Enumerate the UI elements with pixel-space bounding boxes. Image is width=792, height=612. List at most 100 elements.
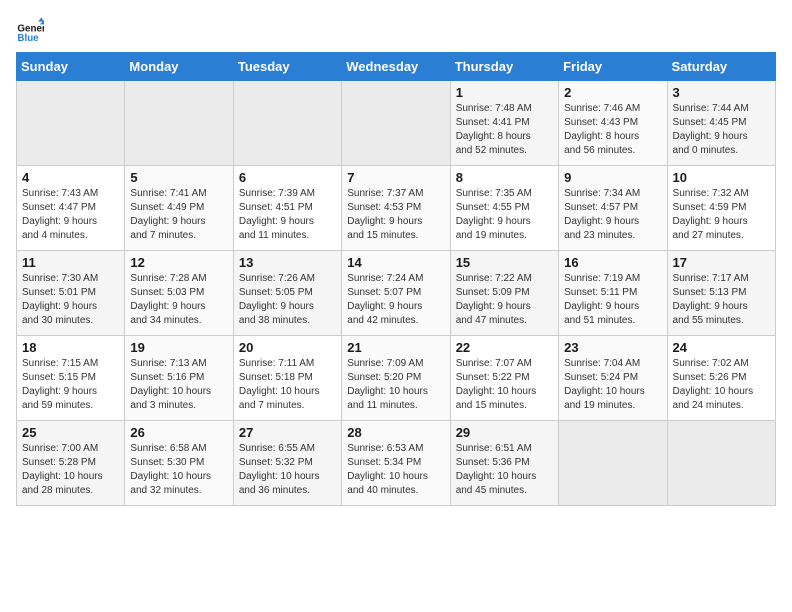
- day-cell: 1Sunrise: 7:48 AM Sunset: 4:41 PM Daylig…: [450, 81, 558, 166]
- day-number: 12: [130, 255, 227, 270]
- day-info: Sunrise: 7:37 AM Sunset: 4:53 PM Dayligh…: [347, 187, 444, 243]
- day-cell: 27 Sunrise: 6:55 AM Sunset: 5:32 PM Dayli…: [233, 421, 341, 506]
- day-number: 9: [564, 170, 661, 185]
- day-number: 1: [456, 85, 553, 100]
- day-cell: [559, 421, 667, 506]
- day-number: 8: [456, 170, 553, 185]
- day-cell: 21Sunrise: 7:09 AM Sunset: 5:20 PM Dayli…: [342, 336, 450, 421]
- day-info: Sunrise: 7:00 AM Sunset: 5:28 PM Dayligh…: [22, 442, 119, 498]
- header-row: SundayMondayTuesdayWednesdayThursdayFrid…: [17, 53, 776, 81]
- day-number: 7: [347, 170, 444, 185]
- day-number: 16: [564, 255, 661, 270]
- day-number: 11: [22, 255, 119, 270]
- day-cell: 23 Sunrise: 7:04 AM Sunset: 5:24 PM Dayli…: [559, 336, 667, 421]
- col-header-friday: Friday: [559, 53, 667, 81]
- day-cell: [125, 81, 233, 166]
- day-cell: 8 Sunrise: 7:35 AM Sunset: 4:55 PM Daylig…: [450, 166, 558, 251]
- day-cell: 7 Sunrise: 7:37 AM Sunset: 4:53 PM Daylig…: [342, 166, 450, 251]
- day-number: 3: [673, 85, 770, 100]
- day-cell: 9 Sunrise: 7:34 AM Sunset: 4:57 PM Daylig…: [559, 166, 667, 251]
- day-number: 22: [456, 340, 553, 355]
- day-cell: 4 Sunrise: 7:43 AM Sunset: 4:47 PM Daylig…: [17, 166, 125, 251]
- logo: General Blue: [16, 16, 48, 44]
- day-info: Sunrise: 7:34 AM Sunset: 4:57 PM Dayligh…: [564, 187, 661, 243]
- header: General Blue: [16, 16, 776, 44]
- day-cell: 20Sunrise: 7:11 AM Sunset: 5:18 PM Dayli…: [233, 336, 341, 421]
- day-info: Sunrise: 7:19 AM Sunset: 5:11 PM Dayligh…: [564, 272, 661, 328]
- day-info: Sunrise: 7:17 AM Sunset: 5:13 PM Dayligh…: [673, 272, 770, 328]
- day-cell: 15Sunrise: 7:22 AM Sunset: 5:09 PM Dayli…: [450, 251, 558, 336]
- day-number: 13: [239, 255, 336, 270]
- day-info: Sunrise: 7:32 AM Sunset: 4:59 PM Dayligh…: [673, 187, 770, 243]
- svg-text:Blue: Blue: [17, 33, 39, 44]
- week-row-4: 18 Sunrise: 7:15 AM Sunset: 5:15 PM Dayli…: [17, 336, 776, 421]
- day-info: Sunrise: 7:22 AM Sunset: 5:09 PM Dayligh…: [456, 272, 553, 328]
- day-cell: 11 Sunrise: 7:30 AM Sunset: 5:01 PM Dayli…: [17, 251, 125, 336]
- day-cell: 24 Sunrise: 7:02 AM Sunset: 5:26 PM Dayli…: [667, 336, 775, 421]
- logo-icon: General Blue: [16, 16, 44, 44]
- day-cell: [17, 81, 125, 166]
- day-info: Sunrise: 7:44 AM Sunset: 4:45 PM Dayligh…: [673, 102, 770, 158]
- day-info: Sunrise: 7:02 AM Sunset: 5:26 PM Dayligh…: [673, 357, 770, 413]
- day-number: 6: [239, 170, 336, 185]
- col-header-thursday: Thursday: [450, 53, 558, 81]
- day-info: Sunrise: 7:43 AM Sunset: 4:47 PM Dayligh…: [22, 187, 119, 243]
- day-info: Sunrise: 7:41 AM Sunset: 4:49 PM Dayligh…: [130, 187, 227, 243]
- calendar-table: SundayMondayTuesdayWednesdayThursdayFrid…: [16, 52, 776, 506]
- day-info: Sunrise: 6:58 AM Sunset: 5:30 PM Dayligh…: [130, 442, 227, 498]
- day-info: Sunrise: 7:09 AM Sunset: 5:20 PM Dayligh…: [347, 357, 444, 413]
- day-number: 19: [130, 340, 227, 355]
- day-number: 17: [673, 255, 770, 270]
- col-header-tuesday: Tuesday: [233, 53, 341, 81]
- week-row-1: 1Sunrise: 7:48 AM Sunset: 4:41 PM Daylig…: [17, 81, 776, 166]
- day-info: Sunrise: 7:46 AM Sunset: 4:43 PM Dayligh…: [564, 102, 661, 158]
- day-cell: 14Sunrise: 7:24 AM Sunset: 5:07 PM Dayli…: [342, 251, 450, 336]
- day-info: Sunrise: 7:04 AM Sunset: 5:24 PM Dayligh…: [564, 357, 661, 413]
- day-number: 26: [130, 425, 227, 440]
- day-number: 14: [347, 255, 444, 270]
- day-info: Sunrise: 7:13 AM Sunset: 5:16 PM Dayligh…: [130, 357, 227, 413]
- day-info: Sunrise: 7:39 AM Sunset: 4:51 PM Dayligh…: [239, 187, 336, 243]
- week-row-3: 11 Sunrise: 7:30 AM Sunset: 5:01 PM Dayli…: [17, 251, 776, 336]
- day-number: 18: [22, 340, 119, 355]
- day-number: 23: [564, 340, 661, 355]
- day-number: 29: [456, 425, 553, 440]
- day-cell: 5 Sunrise: 7:41 AM Sunset: 4:49 PM Daylig…: [125, 166, 233, 251]
- day-cell: 6 Sunrise: 7:39 AM Sunset: 4:51 PM Daylig…: [233, 166, 341, 251]
- day-info: Sunrise: 7:30 AM Sunset: 5:01 PM Dayligh…: [22, 272, 119, 328]
- col-header-saturday: Saturday: [667, 53, 775, 81]
- day-cell: 28 Sunrise: 6:53 AM Sunset: 5:34 PM Dayli…: [342, 421, 450, 506]
- col-header-sunday: Sunday: [17, 53, 125, 81]
- day-cell: [667, 421, 775, 506]
- day-number: 25: [22, 425, 119, 440]
- day-info: Sunrise: 7:26 AM Sunset: 5:05 PM Dayligh…: [239, 272, 336, 328]
- day-number: 28: [347, 425, 444, 440]
- day-info: Sunrise: 7:07 AM Sunset: 5:22 PM Dayligh…: [456, 357, 553, 413]
- day-info: Sunrise: 7:28 AM Sunset: 5:03 PM Dayligh…: [130, 272, 227, 328]
- day-info: Sunrise: 7:35 AM Sunset: 4:55 PM Dayligh…: [456, 187, 553, 243]
- day-cell: 29 Sunrise: 6:51 AM Sunset: 5:36 PM Dayli…: [450, 421, 558, 506]
- day-cell: 10 Sunrise: 7:32 AM Sunset: 4:59 PM Dayli…: [667, 166, 775, 251]
- day-cell: 22 Sunrise: 7:07 AM Sunset: 5:22 PM Dayli…: [450, 336, 558, 421]
- week-row-5: 25 Sunrise: 7:00 AM Sunset: 5:28 PM Dayli…: [17, 421, 776, 506]
- week-row-2: 4 Sunrise: 7:43 AM Sunset: 4:47 PM Daylig…: [17, 166, 776, 251]
- day-number: 24: [673, 340, 770, 355]
- day-cell: 18 Sunrise: 7:15 AM Sunset: 5:15 PM Dayli…: [17, 336, 125, 421]
- day-cell: 2 Sunrise: 7:46 AM Sunset: 4:43 PM Daylig…: [559, 81, 667, 166]
- day-info: Sunrise: 6:51 AM Sunset: 5:36 PM Dayligh…: [456, 442, 553, 498]
- day-info: Sunrise: 6:53 AM Sunset: 5:34 PM Dayligh…: [347, 442, 444, 498]
- day-info: Sunrise: 7:15 AM Sunset: 5:15 PM Dayligh…: [22, 357, 119, 413]
- col-header-monday: Monday: [125, 53, 233, 81]
- day-info: Sunrise: 6:55 AM Sunset: 5:32 PM Dayligh…: [239, 442, 336, 498]
- day-cell: 17 Sunrise: 7:17 AM Sunset: 5:13 PM Dayli…: [667, 251, 775, 336]
- day-cell: 19 Sunrise: 7:13 AM Sunset: 5:16 PM Dayli…: [125, 336, 233, 421]
- day-cell: 25 Sunrise: 7:00 AM Sunset: 5:28 PM Dayli…: [17, 421, 125, 506]
- day-cell: 3 Sunrise: 7:44 AM Sunset: 4:45 PM Daylig…: [667, 81, 775, 166]
- day-number: 5: [130, 170, 227, 185]
- day-number: 2: [564, 85, 661, 100]
- day-cell: [342, 81, 450, 166]
- day-cell: 26 Sunrise: 6:58 AM Sunset: 5:30 PM Dayli…: [125, 421, 233, 506]
- day-number: 4: [22, 170, 119, 185]
- day-number: 10: [673, 170, 770, 185]
- day-number: 27: [239, 425, 336, 440]
